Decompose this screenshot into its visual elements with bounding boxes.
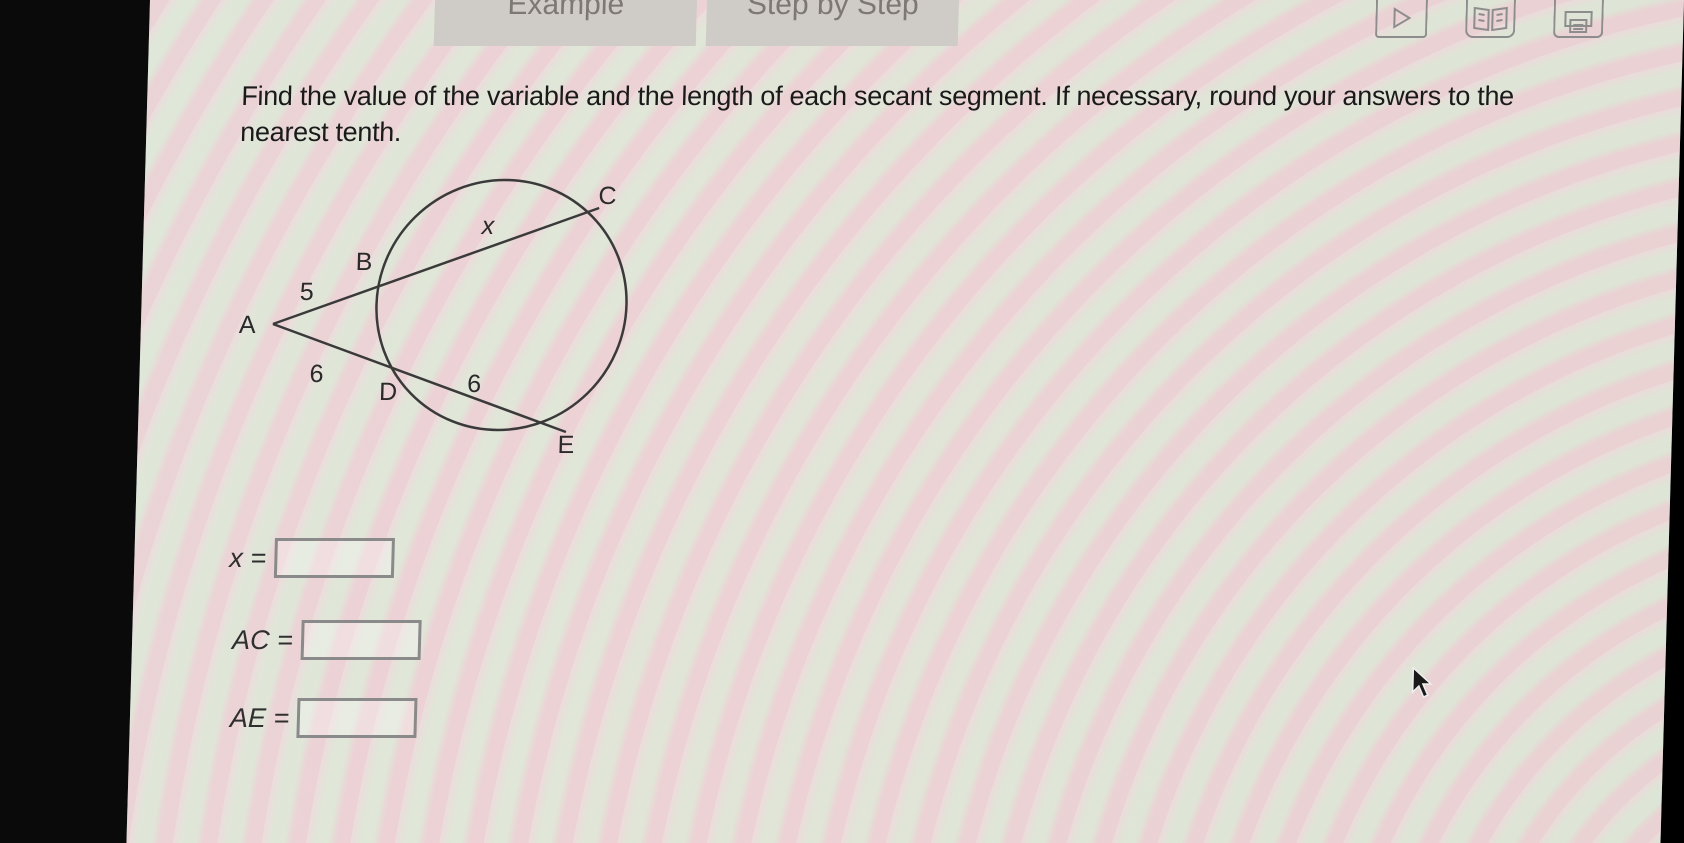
answer-row-ae: AE =: [229, 695, 418, 741]
segment-de-label: 6: [467, 370, 482, 398]
point-b-label: B: [355, 248, 372, 276]
tab-example[interactable]: Example: [433, 0, 697, 46]
textbook-button[interactable]: [1464, 0, 1516, 38]
point-a-label: A: [239, 311, 257, 339]
screen: Example Step by Step Find the value of t…: [126, 0, 1684, 843]
answer-input-x[interactable]: [273, 538, 395, 578]
segment-ab-label: 5: [299, 278, 314, 306]
point-c-label: C: [598, 182, 617, 210]
tab-step-label: Step by Step: [746, 0, 920, 21]
segment-bc-label: x: [480, 212, 496, 240]
tab-step-by-step[interactable]: Step by Step: [705, 0, 959, 46]
answer-label-ac: AC =: [231, 624, 294, 655]
answer-input-ae[interactable]: [296, 698, 418, 738]
circle-diagram: A B C D E 5 x 6 6: [239, 178, 628, 459]
secant-ac: [272, 206, 600, 326]
print-button[interactable]: [1552, 0, 1604, 38]
answer-row-ac: AC =: [231, 617, 422, 663]
segment-ad-label: 6: [309, 360, 324, 388]
point-e-label: E: [557, 431, 574, 459]
video-button[interactable]: [1374, 0, 1428, 38]
answer-input-ac[interactable]: [300, 620, 422, 660]
answer-label-x: x =: [229, 542, 267, 573]
tab-example-label: Example: [507, 0, 625, 21]
answer-label-ae: AE =: [229, 702, 290, 733]
print-icon: [1564, 11, 1593, 33]
question-page: Example Step by Step Find the value of t…: [126, 0, 1684, 843]
point-d-label: D: [379, 378, 398, 406]
answer-row-x: x =: [229, 535, 395, 581]
question-prompt: Find the value of the variable and the l…: [239, 81, 1515, 147]
book-icon: [1473, 6, 1508, 32]
play-icon: [1393, 7, 1412, 29]
secant-figure: A B C D E 5 x 6 6: [226, 170, 655, 500]
cursor-arrow-icon: [1411, 666, 1433, 699]
circle: [375, 178, 628, 432]
